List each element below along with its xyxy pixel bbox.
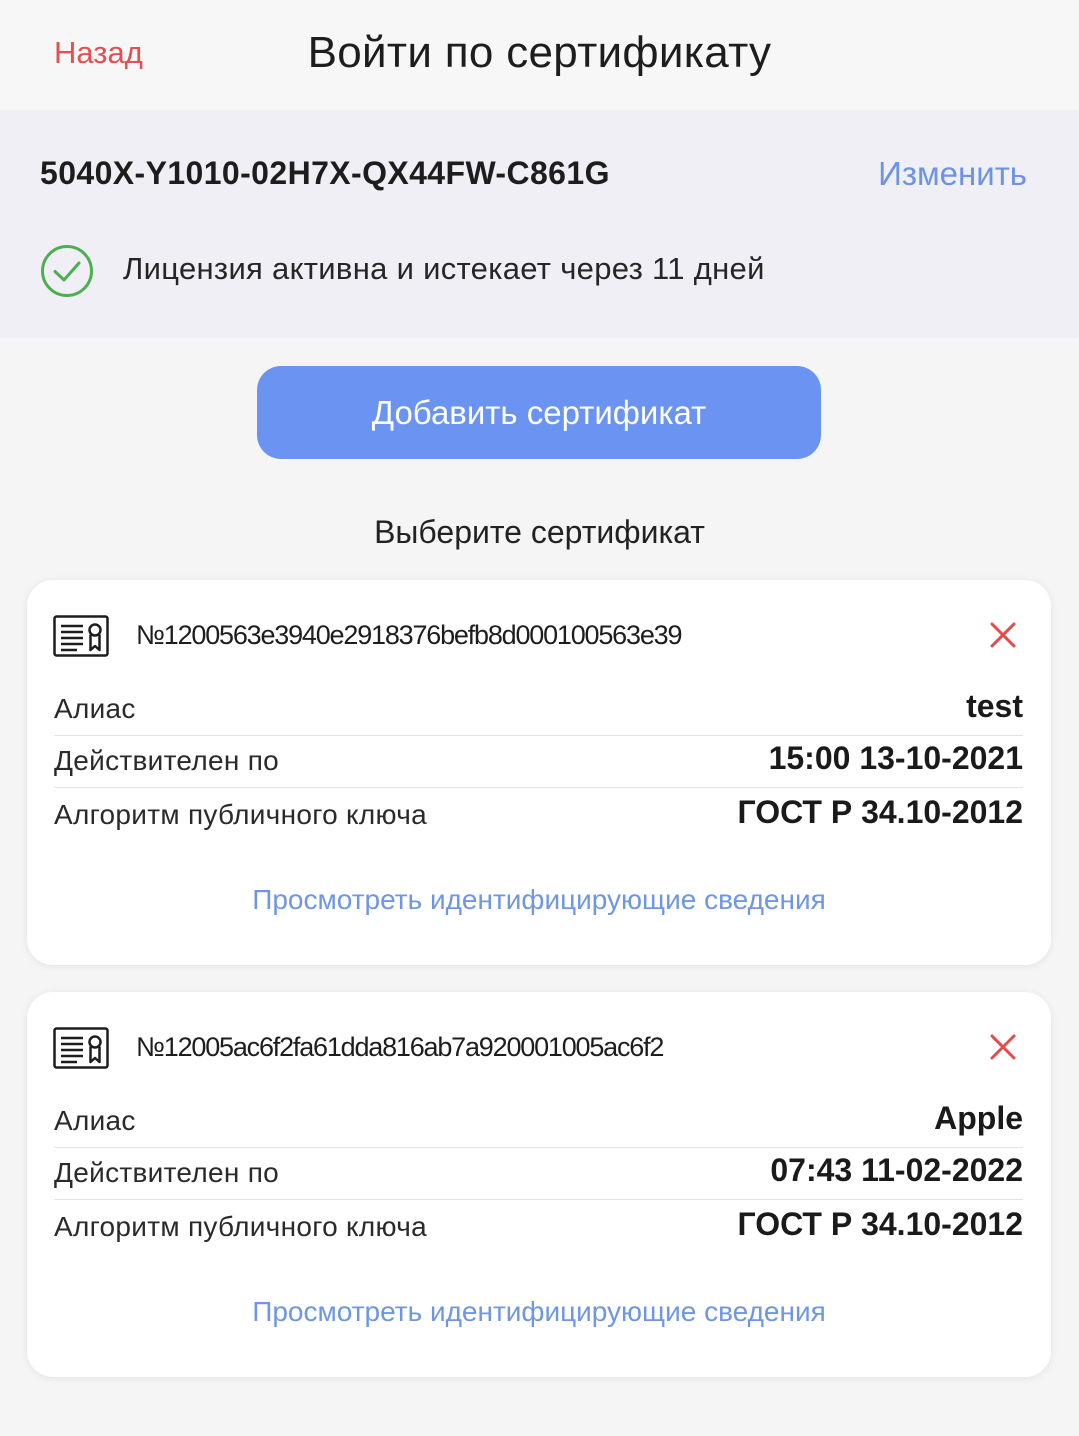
certificate-card[interactable]: №1200563e3940e2918376befb8d000100563e39 … [27,580,1051,965]
view-details-link[interactable]: Просмотреть идентифицирующие сведения [27,884,1051,916]
alias-label: Алиас [54,693,136,724]
add-certificate-button[interactable]: Добавить сертификат [257,366,821,459]
select-certificate-heading: Выберите сертификат [374,514,705,550]
certificate-card[interactable]: №12005ac6f2fa61dda816ab7a920001005ac6f2 … [27,992,1051,1377]
algorithm-label: Алгоритм публичного ключа [54,799,428,830]
certificate-number: №1200563e3940e2918376befb8d000100563e39 [136,620,682,650]
alias-value: test [966,688,1023,724]
check-circle-icon [41,245,93,297]
view-details-link[interactable]: Просмотреть идентифицирующие сведения [27,1296,1051,1328]
certificate-icon [53,1027,109,1069]
license-key: 5040X-Y1010-02H7X-QX44FW-C861G [40,155,610,191]
algorithm-row: Алгоритм публичного ключа ГОСТ Р 34.10-2… [54,1201,1023,1253]
valid-until-label: Действителен по [54,745,280,776]
valid-until-label: Действителен по [54,1157,280,1188]
algorithm-label: Алгоритм публичного ключа [54,1211,428,1242]
alias-row: Алиас test [54,684,1023,736]
valid-until-value: 15:00 13-10-2021 [768,740,1023,776]
license-panel [0,110,1079,338]
page-title: Войти по сертификату [307,28,772,77]
license-status-text: Лицензия активна и истекает через 11 дне… [123,251,765,286]
valid-until-row: Действителен по 15:00 13-10-2021 [54,736,1023,788]
close-icon[interactable] [989,621,1017,649]
alias-label: Алиас [54,1105,136,1136]
algorithm-value: ГОСТ Р 34.10-2012 [737,794,1023,830]
alias-value: Apple [934,1100,1023,1136]
algorithm-row: Алгоритм публичного ключа ГОСТ Р 34.10-2… [54,789,1023,841]
change-license-button[interactable]: Изменить [878,155,1027,193]
valid-until-value: 07:43 11-02-2022 [770,1152,1023,1188]
alias-row: Алиас Apple [54,1096,1023,1148]
certificate-icon [53,615,109,657]
certificate-number: №12005ac6f2fa61dda816ab7a920001005ac6f2 [136,1032,664,1062]
close-icon[interactable] [989,1033,1017,1061]
valid-until-row: Действителен по 07:43 11-02-2022 [54,1148,1023,1200]
top-bar: Назад Войти по сертификату [0,0,1079,110]
algorithm-value: ГОСТ Р 34.10-2012 [737,1206,1023,1242]
